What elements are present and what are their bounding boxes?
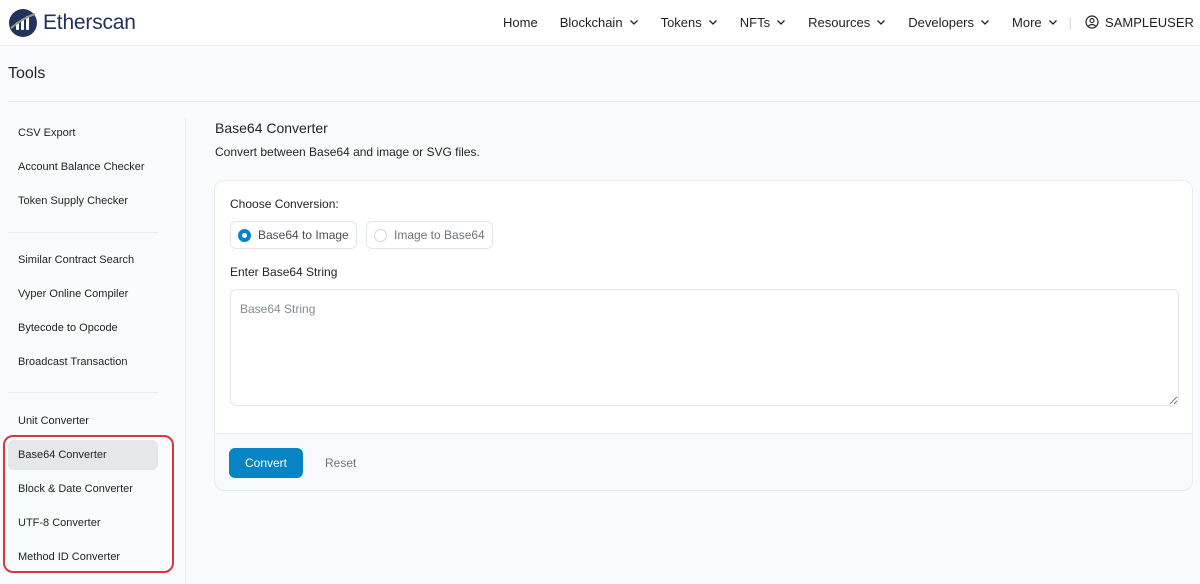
radio-selected-icon xyxy=(238,228,251,242)
nav-resources-label: Resources xyxy=(808,14,871,30)
nav-tokens-label: Tokens xyxy=(660,14,702,30)
nav-resources[interactable]: Resources xyxy=(797,0,897,44)
chevron-down-icon xyxy=(629,20,638,25)
nav-home-label: Home xyxy=(503,14,538,30)
top-header: Etherscan Home Blockchain Tokens NFTs Re… xyxy=(0,0,1200,46)
sidebar-item-label: CSV Export xyxy=(18,127,76,139)
user-circle-icon xyxy=(1085,15,1099,29)
sidebar-item-vyper-online-compiler[interactable]: Vyper Online Compiler xyxy=(8,279,158,309)
nav-more[interactable]: More xyxy=(1001,0,1069,44)
nav-separator: | xyxy=(1068,14,1073,30)
option-image-to-base64[interactable]: Image to Base64 xyxy=(366,221,493,249)
sidebar-item-bytecode-to-opcode[interactable]: Bytecode to Opcode xyxy=(8,313,158,343)
nav-nfts[interactable]: NFTs xyxy=(729,0,797,44)
sidebar-divider xyxy=(8,392,158,393)
nav-developers[interactable]: Developers xyxy=(897,0,1001,44)
sidebar-item-unit-converter[interactable]: Unit Converter xyxy=(8,406,158,436)
sidebar-item-broadcast-transaction[interactable]: Broadcast Transaction xyxy=(8,347,158,377)
sidebar-divider xyxy=(8,232,158,233)
nav-user-label: SAMPLEUSER xyxy=(1105,14,1194,30)
etherscan-logo[interactable]: Etherscan xyxy=(8,8,136,38)
sidebar-item-token-supply-checker[interactable]: Token Supply Checker xyxy=(8,186,158,216)
converter-subtitle: Convert between Base64 and image or SVG … xyxy=(215,145,480,159)
chevron-down-icon xyxy=(1048,20,1057,25)
sidebar-item-account-balance-checker[interactable]: Account Balance Checker xyxy=(8,152,158,182)
converter-heading: Base64 Converter xyxy=(215,120,328,136)
sidebar-item-label: Token Supply Checker xyxy=(18,195,129,207)
sidebar-item-label: Account Balance Checker xyxy=(18,161,145,173)
nav-user-menu[interactable]: SAMPLEUSER xyxy=(1074,0,1200,44)
title-divider xyxy=(8,101,1200,102)
sidebar-item-label: Vyper Online Compiler xyxy=(18,288,129,300)
nav-developers-label: Developers xyxy=(908,14,975,30)
base64-input-label: Enter Base64 String xyxy=(230,265,338,279)
converter-card: Choose Conversion: Base64 to Image Image… xyxy=(214,180,1193,491)
option-base64-to-image[interactable]: Base64 to Image xyxy=(230,221,357,249)
nav-blockchain-label: Blockchain xyxy=(559,14,623,30)
base64-string-input[interactable] xyxy=(230,289,1179,406)
choose-conversion-label: Choose Conversion: xyxy=(230,197,339,211)
nav-blockchain[interactable]: Blockchain xyxy=(549,0,650,44)
sidebar-item-similar-contract-search[interactable]: Similar Contract Search xyxy=(8,245,158,275)
nav-nfts-label: NFTs xyxy=(739,14,771,30)
option-label: Base64 to Image xyxy=(258,228,349,242)
nav-more-label: More xyxy=(1012,14,1042,30)
chevron-down-icon xyxy=(777,20,786,25)
chevron-down-icon xyxy=(708,20,717,25)
card-footer: Convert Reset xyxy=(215,433,1192,490)
sidebar-item-label: Unit Converter xyxy=(18,415,89,427)
page-title: Tools xyxy=(8,65,46,82)
reset-button[interactable]: Reset xyxy=(313,448,368,478)
nav-tokens[interactable]: Tokens xyxy=(650,0,729,44)
sidebar-item-label: Similar Contract Search xyxy=(18,254,135,266)
sidebar-item-label: Bytecode to Opcode xyxy=(18,322,118,334)
logo-text: Etherscan xyxy=(43,11,136,34)
option-label: Image to Base64 xyxy=(394,228,485,242)
highlight-annotation-box xyxy=(3,435,174,573)
sidebar-item-label: Broadcast Transaction xyxy=(18,356,128,368)
main-nav: Home Blockchain Tokens NFTs Resources De… xyxy=(492,0,1200,44)
sidebar-item-csv-export[interactable]: CSV Export xyxy=(8,118,158,148)
etherscan-logo-icon xyxy=(9,9,37,37)
nav-home[interactable]: Home xyxy=(492,0,549,44)
sidebar-border xyxy=(185,118,186,584)
radio-unselected-icon xyxy=(374,228,387,242)
convert-button[interactable]: Convert xyxy=(229,448,303,478)
chevron-down-icon xyxy=(981,20,989,25)
chevron-down-icon xyxy=(877,20,886,25)
